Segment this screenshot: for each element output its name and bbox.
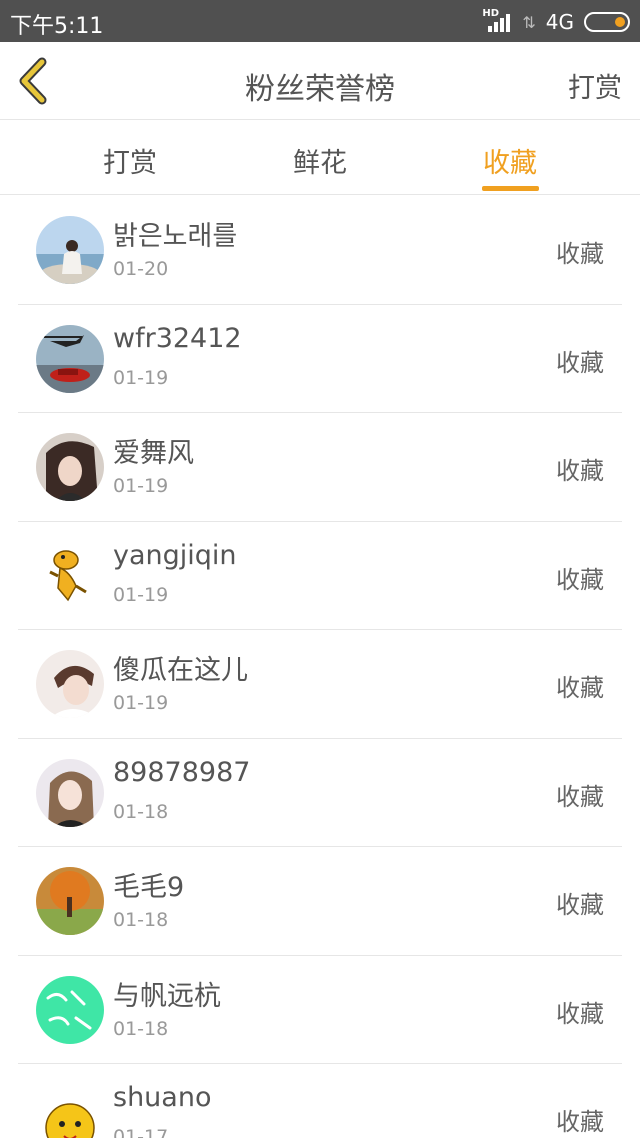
avatar — [36, 975, 104, 1044]
fan-name: 爱舞风 — [113, 438, 194, 469]
fan-date: 01-18 — [113, 1017, 169, 1040]
fan-action: 收藏 — [556, 348, 604, 377]
fan-list: 밝은노래를 01-20 收藏 wfr32412 01-19 收藏 爱舞风 01-… — [0, 196, 640, 1138]
avatar — [36, 216, 104, 284]
network-type: 4G — [545, 10, 574, 34]
battery-icon — [584, 12, 630, 32]
list-item[interactable]: 与帆远杭 01-18 收藏 — [18, 956, 622, 1064]
list-item[interactable]: shuano 01-17 收藏 — [18, 1064, 622, 1138]
fan-date: 01-19 — [113, 692, 169, 714]
avatar — [36, 1084, 104, 1138]
fan-name: wfr32412 — [113, 322, 242, 354]
fan-date: 01-20 — [113, 258, 169, 280]
avatar — [36, 433, 104, 501]
avatar — [36, 758, 104, 827]
title-bar: 粉丝荣誉榜 打赏 — [0, 42, 640, 120]
fan-name: 傻瓜在这儿 — [113, 655, 248, 686]
data-transfer-icon: ⇅ — [522, 12, 536, 32]
list-item[interactable]: 밝은노래를 01-20 收藏 — [18, 196, 622, 305]
fan-date: 01-17 — [113, 1126, 169, 1138]
fan-date: 01-19 — [113, 583, 169, 606]
fan-name: shuano — [113, 1082, 212, 1113]
fan-action: 收藏 — [556, 674, 604, 702]
tab-favorites[interactable]: 收藏 — [450, 141, 570, 180]
fan-name: 밝은노래를 — [113, 221, 238, 252]
fan-action: 收藏 — [556, 565, 604, 594]
page-title: 粉丝荣誉榜 — [245, 72, 395, 107]
tab-flowers[interactable]: 鲜花 — [260, 141, 380, 180]
fan-action: 收藏 — [556, 782, 604, 811]
tip-button[interactable]: 打赏 — [568, 66, 622, 105]
list-item[interactable]: 89878987 01-18 收藏 — [18, 739, 622, 847]
fan-action: 收藏 — [556, 999, 604, 1028]
fan-date: 01-18 — [113, 800, 169, 823]
avatar — [36, 324, 104, 393]
list-item[interactable]: 傻瓜在这儿 01-19 收藏 — [18, 630, 622, 739]
list-item[interactable]: 毛毛9 01-18 收藏 — [18, 847, 622, 956]
fan-action: 收藏 — [556, 891, 604, 919]
avatar — [36, 650, 104, 718]
avatar — [36, 541, 104, 610]
list-item[interactable]: 爱舞风 01-19 收藏 — [18, 413, 622, 522]
fan-date: 01-19 — [113, 366, 169, 389]
list-item[interactable]: yangjiqin 01-19 收藏 — [18, 522, 622, 630]
fan-name: 毛毛9 — [113, 872, 185, 903]
fan-name: 89878987 — [113, 756, 251, 788]
status-time: 下午5:11 — [10, 14, 104, 39]
tab-tips[interactable]: 打赏 — [70, 141, 190, 180]
status-icons: HD ⇅ 4G — [482, 8, 630, 36]
tab-bar: 打赏 鲜花 收藏 — [0, 121, 640, 195]
fan-date: 01-19 — [113, 475, 169, 497]
status-bar: 下午5:11 HD ⇅ 4G — [0, 0, 640, 42]
fan-date: 01-18 — [113, 909, 169, 931]
fan-action: 收藏 — [556, 1108, 604, 1136]
fan-action: 收藏 — [556, 240, 604, 268]
active-tab-indicator — [482, 186, 539, 191]
fan-name: yangjiqin — [113, 539, 237, 571]
fan-name: 与帆远杭 — [113, 980, 221, 1012]
signal-icon: HD — [482, 8, 512, 34]
list-item[interactable]: wfr32412 01-19 收藏 — [18, 305, 622, 413]
avatar — [36, 867, 104, 935]
fan-action: 收藏 — [556, 457, 604, 485]
